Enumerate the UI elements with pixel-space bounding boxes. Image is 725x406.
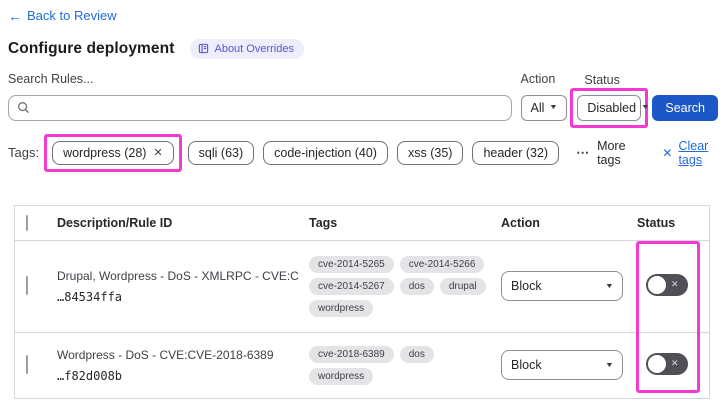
search-rules-input[interactable]	[8, 95, 512, 121]
tags-label: Tags:	[8, 145, 39, 160]
toggle-x-icon: ✕	[671, 279, 679, 290]
book-icon	[198, 43, 209, 54]
col-header-description: Description/Rule ID	[57, 216, 309, 230]
action-dropdown[interactable]: Block ▼	[501, 271, 623, 301]
action-filter-label: Action	[521, 72, 568, 86]
chevron-down-icon: ▼	[605, 362, 614, 369]
table-header-row: Description/Rule ID Tags Action Status	[15, 206, 709, 240]
col-header-action: Action	[501, 216, 637, 230]
rule-tag: cve-2014-5266	[400, 256, 485, 273]
tags-filter-bar: Tags: wordpress (28) ✕ sqli (63) code-in…	[8, 134, 718, 172]
search-button[interactable]: Search	[652, 95, 718, 121]
chevron-down-icon: ▼	[641, 104, 650, 111]
action-filter-dropdown[interactable]: All ▼	[521, 95, 568, 121]
rule-tag: cve-2014-5267	[309, 278, 394, 295]
remove-tag-icon[interactable]: ✕	[153, 146, 162, 159]
tag-chip-header[interactable]: header (32)	[472, 141, 559, 165]
table-row: Drupal, Wordpress - DoS - XMLRPC - CVE:C…	[15, 240, 709, 332]
tag-chip-label: xss (35)	[408, 146, 452, 160]
action-filter-group: Action All ▼	[521, 72, 568, 121]
tag-chip-label: wordpress (28)	[63, 146, 146, 160]
status-filter-group: Status Disabled ▼	[577, 73, 641, 121]
rule-status-cell: ✕	[637, 353, 711, 378]
about-overrides-badge[interactable]: About Overrides	[190, 39, 303, 59]
rule-status-cell: ✕	[637, 274, 711, 299]
more-tags-button[interactable]: ⋯ More tags	[576, 139, 634, 167]
selected-tag-highlight: wordpress (28) ✕	[44, 134, 182, 172]
rule-description-cell: Drupal, Wordpress - DoS - XMLRPC - CVE:C…	[57, 269, 309, 304]
rule-id: …f82d008b	[57, 369, 299, 383]
rule-tag: cve-2018-6389	[309, 346, 394, 363]
page-title: Configure deployment	[8, 40, 174, 58]
chevron-down-icon: ▼	[549, 104, 558, 111]
configure-deployment-page: ← Back to Review Configure deployment Ab…	[0, 0, 725, 399]
tag-chip-label: sqli (63)	[199, 146, 243, 160]
filter-row: Search Rules... Action All ▼ Status Disa…	[8, 72, 718, 121]
action-filter-value: All	[531, 101, 545, 115]
action-value: Block	[511, 279, 542, 293]
more-tags-label: More tags	[597, 139, 634, 167]
rule-tag: dos	[400, 278, 434, 295]
col-header-tags: Tags	[309, 216, 501, 230]
status-toggle-off[interactable]: ✕	[646, 274, 688, 296]
rule-id: …84534ffa	[57, 290, 299, 304]
table-row: Wordpress - DoS - CVE:CVE-2018-6389 …f82…	[15, 332, 709, 398]
clear-tags-link[interactable]: ✕ Clear tags	[662, 139, 718, 167]
rule-tag: dos	[400, 346, 434, 363]
rule-action-cell: Block ▼	[501, 350, 637, 380]
search-rules-group: Search Rules...	[8, 72, 512, 121]
clear-tags-label: Clear tags	[678, 139, 718, 167]
heading-row: Configure deployment About Overrides	[8, 39, 718, 59]
tag-chip-label: code-injection (40)	[274, 146, 377, 160]
tag-chip-xss[interactable]: xss (35)	[397, 141, 463, 165]
about-overrides-label: About Overrides	[214, 43, 293, 55]
status-filter-dropdown[interactable]: Disabled ▼	[577, 95, 641, 121]
toggle-x-icon: ✕	[671, 358, 679, 369]
tag-chip-wordpress[interactable]: wordpress (28) ✕	[52, 141, 174, 165]
row-checkbox[interactable]	[26, 276, 28, 295]
toggle-knob	[648, 276, 666, 294]
rule-tag: wordpress	[309, 300, 373, 317]
row-checkbox[interactable]	[26, 355, 28, 374]
rule-tag: drupal	[440, 278, 486, 295]
rule-description: Drupal, Wordpress - DoS - XMLRPC - CVE:C…	[57, 269, 299, 283]
action-value: Block	[511, 358, 542, 372]
ellipsis-icon: ⋯	[576, 145, 590, 161]
back-to-review-link[interactable]: ← Back to Review	[8, 8, 117, 23]
status-filter-value: Disabled	[587, 101, 636, 115]
clear-icon: ✕	[662, 146, 672, 160]
back-arrow-icon: ←	[8, 9, 22, 23]
tag-chip-sqli[interactable]: sqli (63)	[188, 141, 254, 165]
search-input-wrap	[8, 95, 512, 121]
select-all-checkbox[interactable]	[26, 215, 28, 231]
rule-description: Wordpress - DoS - CVE:CVE-2018-6389	[57, 348, 299, 362]
rule-description-cell: Wordpress - DoS - CVE:CVE-2018-6389 …f82…	[57, 348, 309, 383]
rule-tags-cell: cve-2018-6389 dos wordpress	[309, 346, 501, 385]
search-rules-label: Search Rules...	[8, 72, 512, 86]
toggle-knob	[648, 355, 666, 373]
back-link-label: Back to Review	[27, 8, 117, 23]
rules-table: Description/Rule ID Tags Action Status D…	[14, 205, 710, 399]
chevron-down-icon: ▼	[605, 283, 614, 290]
search-icon	[17, 101, 30, 114]
status-filter-label: Status	[584, 73, 641, 87]
col-header-status: Status	[637, 216, 711, 230]
status-toggle-off[interactable]: ✕	[646, 353, 688, 375]
tag-chip-code-injection[interactable]: code-injection (40)	[263, 141, 388, 165]
tag-chip-label: header (32)	[483, 146, 548, 160]
rule-tag: wordpress	[309, 368, 373, 385]
rules-table-wrap: Description/Rule ID Tags Action Status D…	[14, 205, 710, 399]
action-dropdown[interactable]: Block ▼	[501, 350, 623, 380]
rule-tag: cve-2014-5265	[309, 256, 394, 273]
status-filter-highlight: Disabled ▼	[570, 88, 648, 128]
rule-tags-cell: cve-2014-5265 cve-2014-5266 cve-2014-526…	[309, 256, 501, 317]
rule-action-cell: Block ▼	[501, 271, 637, 301]
